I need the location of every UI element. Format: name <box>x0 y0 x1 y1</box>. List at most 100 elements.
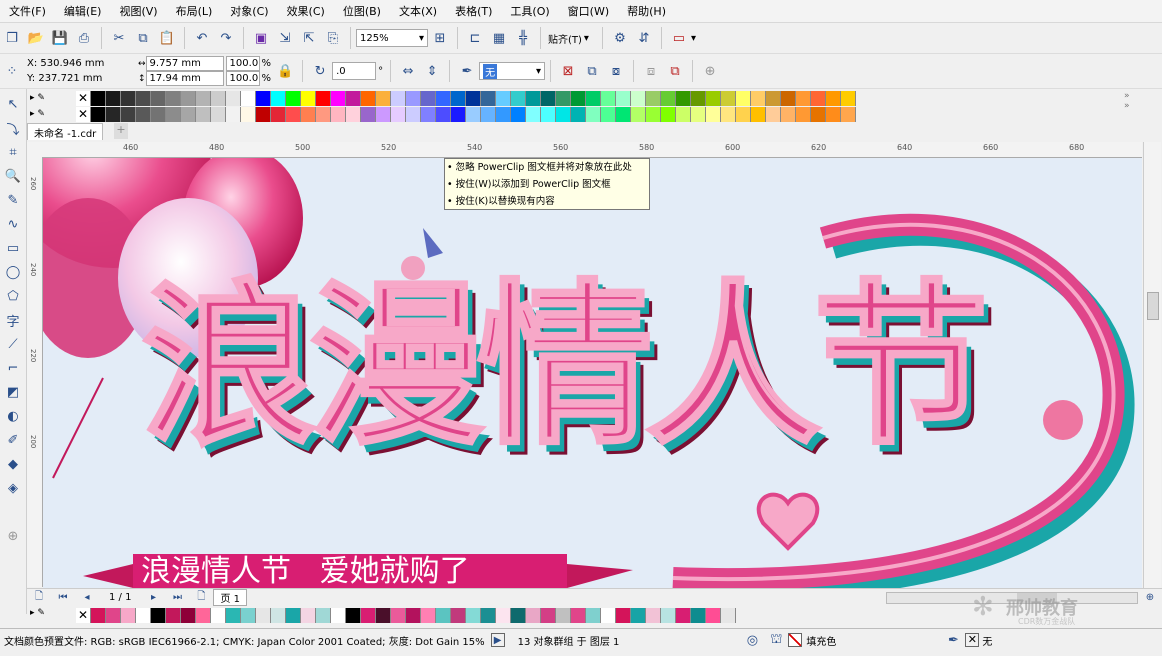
color-swatch[interactable] <box>271 106 286 122</box>
new-tab-icon[interactable]: + <box>114 123 128 139</box>
color-swatch[interactable] <box>676 90 691 106</box>
color-swatch[interactable] <box>616 90 631 106</box>
color-swatch[interactable] <box>826 90 841 106</box>
color-swatch[interactable] <box>136 607 151 623</box>
color-swatch[interactable] <box>541 607 556 623</box>
color-swatch[interactable] <box>646 106 661 122</box>
menu-item[interactable]: 文本(X) <box>390 3 446 19</box>
color-swatch[interactable] <box>226 90 241 106</box>
color-swatch[interactable] <box>571 607 586 623</box>
first-page-icon[interactable]: ⏮ <box>54 589 72 607</box>
color-swatch[interactable] <box>181 607 196 623</box>
color-swatch[interactable] <box>196 607 211 623</box>
menu-item[interactable]: 效果(C) <box>278 3 334 19</box>
color-swatch[interactable] <box>571 90 586 106</box>
color-swatch[interactable] <box>706 106 721 122</box>
color-swatch[interactable] <box>586 90 601 106</box>
color-swatch[interactable] <box>421 607 436 623</box>
page-icon[interactable]: 🗋 <box>30 589 48 607</box>
color-swatch[interactable] <box>436 90 451 106</box>
color-swatch[interactable] <box>271 90 286 106</box>
smart-fill-icon[interactable]: ◈ <box>4 479 22 497</box>
color-swatch[interactable] <box>481 106 496 122</box>
color-swatch[interactable] <box>691 607 706 623</box>
scale-y-field[interactable]: 100.0 <box>225 71 260 86</box>
search-content-icon[interactable]: ▣ <box>252 29 270 47</box>
color-swatch[interactable] <box>271 607 286 623</box>
color-swatch[interactable] <box>601 106 616 122</box>
color-swatch[interactable] <box>376 607 391 623</box>
color-swatch[interactable] <box>91 106 106 122</box>
color-swatch[interactable] <box>181 106 196 122</box>
palette-arrow-icon[interactable]: ▸ ✎ <box>30 106 45 122</box>
color-swatch[interactable] <box>841 106 856 122</box>
color-swatch[interactable] <box>421 106 436 122</box>
import-icon[interactable]: ⇲ <box>276 29 294 47</box>
color-swatch[interactable] <box>361 90 376 106</box>
color-swatch[interactable] <box>721 90 736 106</box>
color-swatch[interactable] <box>376 106 391 122</box>
color-swatch[interactable] <box>316 90 331 106</box>
add-icon[interactable]: ⊕ <box>701 62 719 80</box>
color-swatch[interactable] <box>211 607 226 623</box>
color-swatch[interactable] <box>286 106 301 122</box>
color-swatch[interactable] <box>496 607 511 623</box>
color-swatch[interactable] <box>286 90 301 106</box>
transparency-icon[interactable]: ◐ <box>4 407 22 425</box>
rotate-icon[interactable]: ↻ <box>311 62 329 80</box>
color-swatch[interactable] <box>706 607 721 623</box>
connector-tool-icon[interactable]: ⌐ <box>4 359 22 377</box>
color-swatch[interactable] <box>556 106 571 122</box>
x-position-field[interactable]: X: 530.946 mm <box>24 56 134 71</box>
lock-ratio-icon[interactable]: 🔒 <box>276 62 294 80</box>
color-swatch[interactable] <box>541 90 556 106</box>
color-swatch[interactable] <box>436 607 451 623</box>
mirror-horizontal-icon[interactable]: ⇔ <box>399 62 417 80</box>
rectangle-tool-icon[interactable]: ▭ <box>4 239 22 257</box>
freehand-tool-icon[interactable]: ✎ <box>4 191 22 209</box>
no-color-swatch[interactable]: ✕ <box>76 90 91 106</box>
color-swatch[interactable] <box>661 106 676 122</box>
color-swatch[interactable] <box>406 90 421 106</box>
rotation-field[interactable]: .0 <box>332 62 377 80</box>
color-swatch[interactable] <box>361 106 376 122</box>
color-swatch[interactable] <box>121 106 136 122</box>
color-swatch[interactable] <box>301 106 316 122</box>
color-swatch[interactable] <box>781 90 796 106</box>
document-tab[interactable]: 未命名 -1.cdr <box>27 123 104 140</box>
to-front-icon[interactable]: ⧉ <box>583 62 601 80</box>
drop-shadow-icon[interactable]: ◩ <box>4 383 22 401</box>
color-swatch[interactable] <box>226 106 241 122</box>
menu-item[interactable]: 编辑(E) <box>55 3 111 19</box>
color-swatch[interactable] <box>361 607 376 623</box>
shape-tool-icon[interactable]: ⤵ <box>4 119 22 138</box>
zoom-level-select[interactable]: 125% ▾ <box>356 29 428 47</box>
color-swatch[interactable] <box>196 106 211 122</box>
color-swatch[interactable] <box>376 90 391 106</box>
color-swatch[interactable] <box>481 90 496 106</box>
color-swatch[interactable] <box>556 90 571 106</box>
color-swatch[interactable] <box>496 90 511 106</box>
color-swatch[interactable] <box>391 607 406 623</box>
color-swatch[interactable] <box>751 90 766 106</box>
outline-pen-icon[interactable]: ✒ <box>944 631 962 649</box>
color-swatch[interactable] <box>661 607 676 623</box>
color-swatch[interactable] <box>91 90 106 106</box>
menu-item[interactable]: 工具(O) <box>501 3 558 19</box>
color-swatch[interactable] <box>256 106 271 122</box>
color-swatch[interactable] <box>241 90 256 106</box>
copy-icon[interactable]: ⧉ <box>134 29 152 47</box>
menu-item[interactable]: 对象(C) <box>221 3 277 19</box>
print-icon[interactable]: ⎙ <box>75 29 93 47</box>
color-swatch[interactable] <box>121 90 136 106</box>
color-swatch[interactable] <box>166 90 181 106</box>
outline-width-select[interactable]: 无 ▾ <box>479 62 546 80</box>
menu-item[interactable]: 帮助(H) <box>618 3 675 19</box>
color-swatch[interactable] <box>766 106 781 122</box>
color-swatch[interactable] <box>301 90 316 106</box>
height-field[interactable]: 17.94 mm <box>145 71 224 86</box>
color-swatch[interactable] <box>646 607 661 623</box>
save-icon[interactable]: 💾 <box>51 29 69 47</box>
guidelines-icon[interactable]: ╬ <box>514 29 532 47</box>
undo-icon[interactable]: ↶ <box>193 29 211 47</box>
